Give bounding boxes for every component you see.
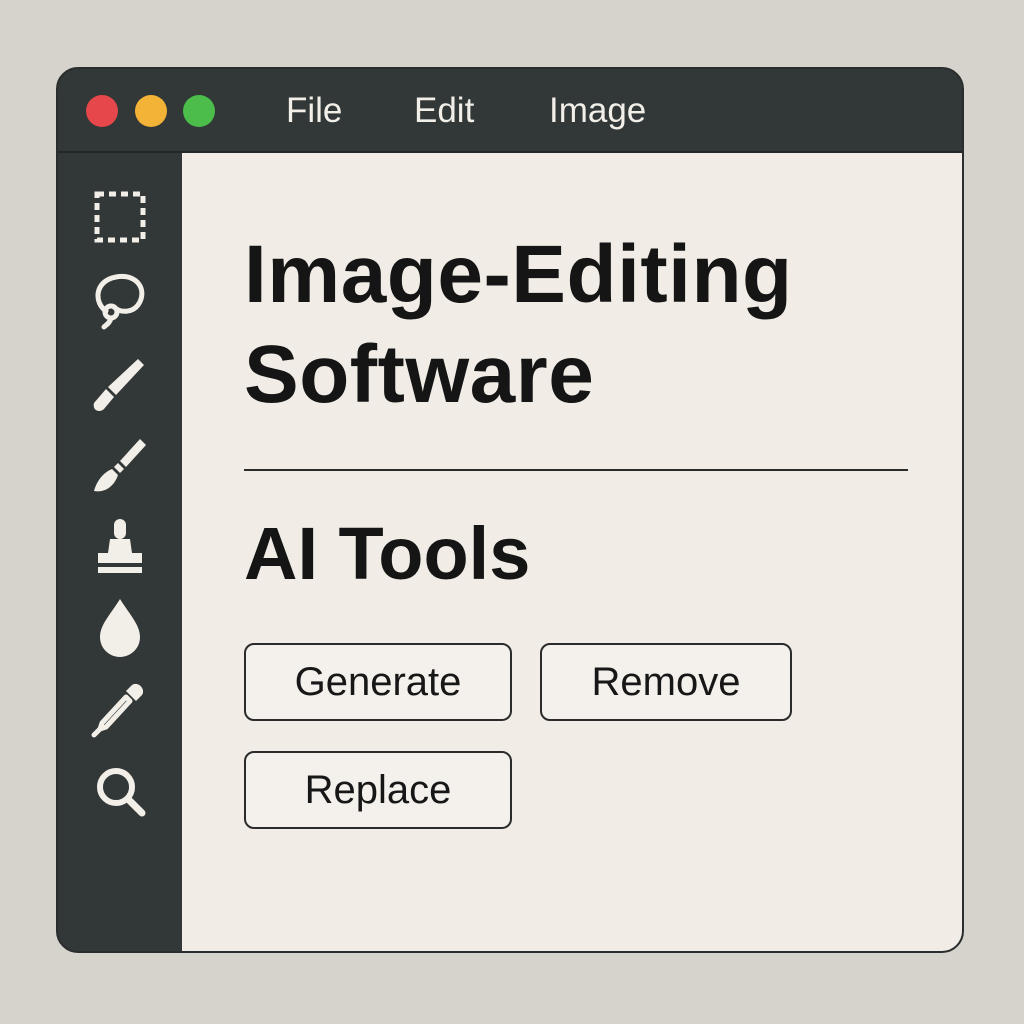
- maximize-window-button[interactable]: [183, 95, 215, 127]
- drop-icon: [100, 599, 140, 657]
- marquee-select-tool[interactable]: [86, 183, 154, 251]
- menu-image[interactable]: Image: [549, 89, 646, 133]
- title-bar: File Edit Image: [58, 69, 962, 153]
- stamp-tool[interactable]: [86, 513, 154, 581]
- lasso-icon: [95, 273, 145, 330]
- remove-button[interactable]: Remove: [540, 643, 792, 721]
- section-title-ai-tools: AI Tools: [244, 512, 531, 595]
- paintbrush-icon: [94, 439, 146, 492]
- minimize-window-button[interactable]: [135, 95, 167, 127]
- divider: [244, 469, 908, 471]
- paintbrush-tool[interactable]: [86, 431, 154, 499]
- main-canvas: Image-Editing Software AI Tools Generate…: [182, 153, 962, 951]
- menu-file[interactable]: File: [286, 89, 342, 133]
- brush-tool[interactable]: [86, 349, 154, 417]
- app-window: File Edit Image Image-Editing Software A…: [56, 67, 964, 953]
- page-title-line-1: Image-Editing: [244, 229, 793, 320]
- menu-edit[interactable]: Edit: [414, 89, 474, 133]
- eyedropper-icon: [91, 683, 144, 738]
- lasso-tool[interactable]: [86, 265, 154, 333]
- zoom-icon: [97, 768, 146, 817]
- replace-button[interactable]: Replace: [244, 751, 512, 829]
- brush-icon: [93, 359, 144, 411]
- marquee-select-icon: [94, 191, 146, 243]
- blur-tool[interactable]: [86, 593, 154, 661]
- generate-button[interactable]: Generate: [244, 643, 512, 721]
- close-window-button[interactable]: [86, 95, 118, 127]
- page-title: Image-Editing Software: [244, 225, 962, 425]
- eyedropper-tool[interactable]: [86, 675, 154, 743]
- stamp-icon: [98, 519, 142, 573]
- tool-sidebar: [58, 153, 181, 951]
- page-title-line-2: Software: [244, 329, 595, 420]
- zoom-tool[interactable]: [86, 757, 154, 825]
